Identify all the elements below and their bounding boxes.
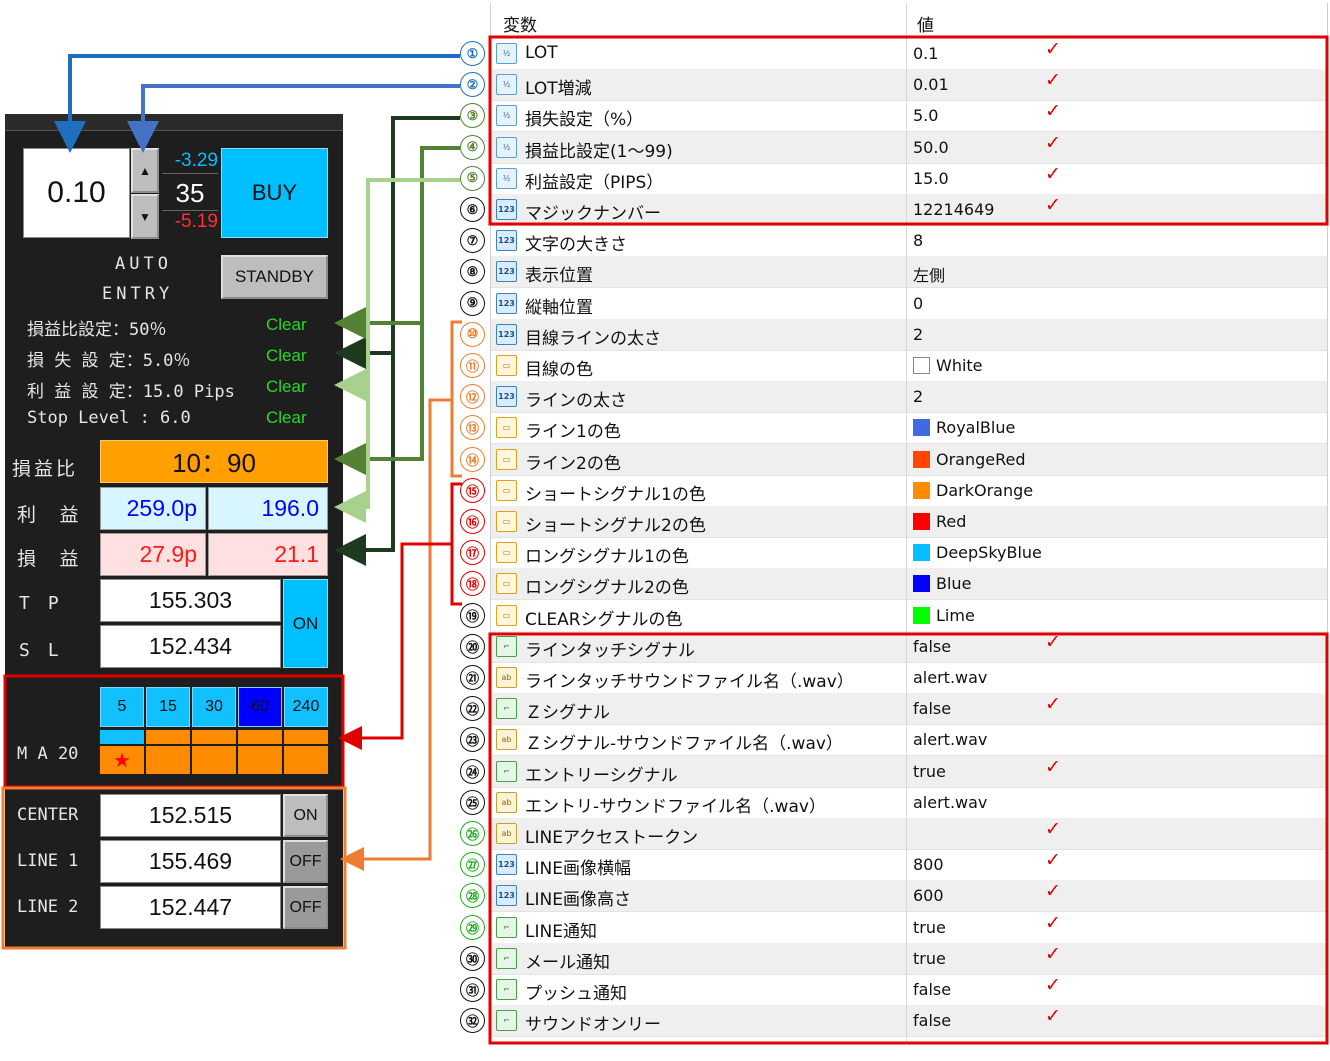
callout-overlay (1, 35, 1329, 1045)
arrow-ma (338, 542, 452, 750)
highlight-box-lines (1, 786, 347, 950)
highlight-box-ma (3, 674, 345, 789)
red-bracket (450, 482, 462, 606)
orange-bracket (450, 320, 462, 478)
highlight-box-bottom (488, 632, 1329, 1045)
arrow-2 (127, 84, 460, 153)
arrow-1 (54, 54, 460, 153)
highlight-box-top (488, 35, 1329, 226)
